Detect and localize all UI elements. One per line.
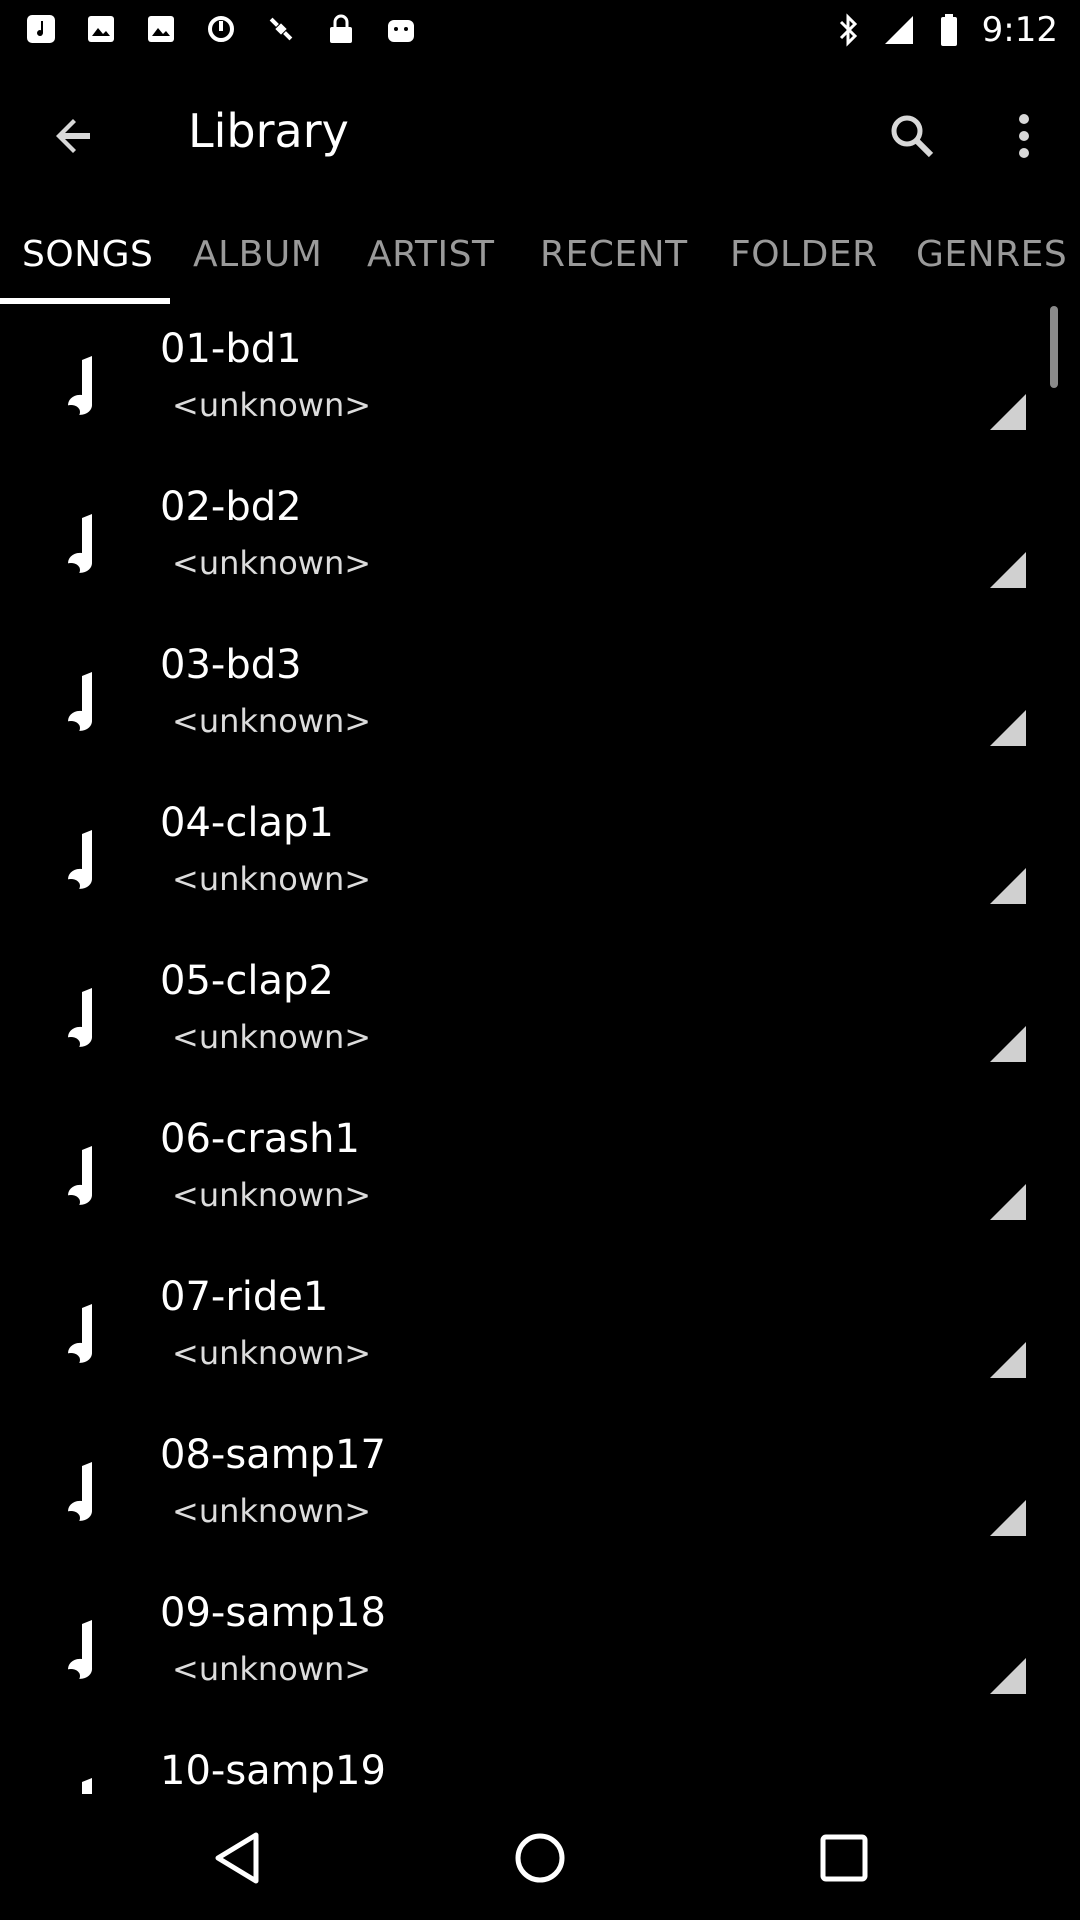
music-note-icon — [62, 1620, 93, 1683]
song-artist: <unknown> — [172, 1650, 372, 1688]
music-note-icon — [62, 988, 93, 1051]
signal-icon — [882, 13, 916, 47]
nav-back-button[interactable] — [192, 1818, 282, 1898]
library-tabs: SONGS ALBUM ARTIST RECENT FOLDER GENRES — [0, 208, 1080, 304]
song-title: 08-samp17 — [160, 1432, 386, 1478]
arrow-back-icon — [56, 119, 90, 153]
song-title: 01-bd1 — [160, 326, 302, 372]
satellite-icon — [264, 12, 298, 46]
status-time: 9:12 — [981, 10, 1058, 50]
list-item[interactable]: 06-crash1 <unknown> — [0, 1094, 1080, 1252]
sync-icon — [204, 12, 238, 46]
list-item[interactable]: 10-samp19 — [0, 1726, 1080, 1794]
context-menu-icon[interactable] — [988, 1340, 1028, 1380]
context-menu-icon[interactable] — [988, 1182, 1028, 1222]
list-item[interactable]: 02-bd2 <unknown> — [0, 462, 1080, 620]
tab-recent[interactable]: RECENT — [540, 234, 688, 275]
song-title: 02-bd2 — [160, 484, 302, 530]
nav-recents-button[interactable] — [799, 1818, 889, 1898]
context-menu-icon[interactable] — [988, 550, 1028, 590]
nav-home-button[interactable] — [495, 1818, 585, 1898]
music-note-icon — [82, 1778, 92, 1794]
song-list[interactable]: 01-bd1 <unknown> 02-bd2 <unknown> 03-bd3… — [0, 304, 1080, 1794]
music-note-icon — [62, 672, 93, 735]
status-bar: 9:12 — [0, 0, 1080, 64]
song-title: 07-ride1 — [160, 1274, 329, 1320]
list-item[interactable]: 09-samp18 <unknown> — [0, 1568, 1080, 1726]
song-title: 09-samp18 — [160, 1590, 386, 1636]
list-item[interactable]: 05-clap2 <unknown> — [0, 936, 1080, 1094]
nav-home-icon — [515, 1833, 565, 1883]
list-item[interactable]: 03-bd3 <unknown> — [0, 620, 1080, 778]
list-item[interactable]: 07-ride1 <unknown> — [0, 1252, 1080, 1410]
music-note-icon — [24, 12, 58, 46]
tab-genres[interactable]: GENRES — [916, 234, 1067, 275]
song-title: 04-clap1 — [160, 800, 334, 846]
context-menu-icon[interactable] — [988, 1498, 1028, 1538]
context-menu-icon[interactable] — [988, 866, 1028, 906]
song-title: 05-clap2 — [160, 958, 334, 1004]
system-nav-bar — [0, 1794, 1080, 1920]
song-artist: <unknown> — [172, 860, 372, 898]
tab-folder[interactable]: FOLDER — [730, 234, 878, 275]
song-artist: <unknown> — [172, 1334, 372, 1372]
search-icon — [891, 115, 934, 158]
battery-icon — [932, 13, 966, 47]
song-artist: <unknown> — [172, 386, 372, 424]
context-menu-icon[interactable] — [988, 708, 1028, 748]
list-item[interactable]: 01-bd1 <unknown> — [0, 304, 1080, 462]
image-icon — [84, 12, 118, 46]
back-button[interactable] — [38, 100, 110, 172]
page-title: Library — [188, 104, 349, 158]
list-item[interactable]: 08-samp17 <unknown> — [0, 1410, 1080, 1568]
status-bar-notifications — [24, 12, 418, 46]
context-menu-icon[interactable] — [988, 1024, 1028, 1064]
music-note-icon — [62, 1462, 93, 1525]
search-button[interactable] — [876, 100, 948, 172]
more-options-button[interactable] — [988, 100, 1060, 172]
music-note-icon — [62, 830, 93, 893]
list-item[interactable]: 04-clap1 <unknown> — [0, 778, 1080, 936]
song-title: 03-bd3 — [160, 642, 302, 688]
context-menu-icon[interactable] — [988, 1656, 1028, 1696]
song-artist: <unknown> — [172, 1176, 372, 1214]
context-menu-icon[interactable] — [988, 392, 1028, 432]
more-vert-icon — [1019, 114, 1029, 158]
music-note-icon — [62, 1146, 93, 1209]
tab-songs[interactable]: SONGS — [22, 234, 153, 275]
nav-recents-icon — [820, 1834, 868, 1882]
song-artist: <unknown> — [172, 544, 372, 582]
list-scrollbar[interactable] — [1050, 306, 1058, 388]
android-icon — [384, 12, 418, 46]
music-note-icon — [62, 356, 93, 419]
song-title: 10-samp19 — [160, 1748, 386, 1794]
song-title: 06-crash1 — [160, 1116, 360, 1162]
song-artist: <unknown> — [172, 702, 372, 740]
image-icon — [144, 12, 178, 46]
tab-album[interactable]: ALBUM — [193, 234, 322, 275]
song-artist: <unknown> — [172, 1018, 372, 1056]
music-note-icon — [62, 514, 93, 577]
music-note-icon — [62, 1304, 93, 1367]
tab-artist[interactable]: ARTIST — [367, 234, 494, 275]
song-artist: <unknown> — [172, 1492, 372, 1530]
app-bar: Library — [0, 64, 1080, 208]
status-bar-system: 9:12 — [832, 10, 1058, 50]
bluetooth-icon — [832, 13, 866, 47]
nav-back-icon — [215, 1832, 259, 1884]
lock-icon — [324, 12, 358, 46]
